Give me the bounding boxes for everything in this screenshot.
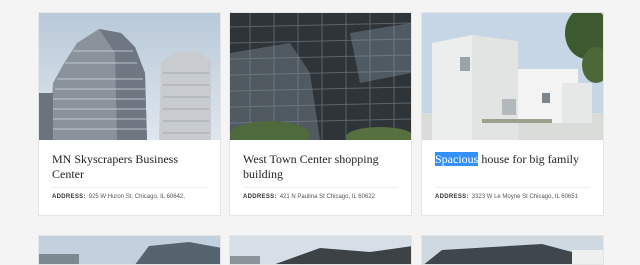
title-text: house for big family [478, 152, 579, 166]
listing-photo[interactable] [39, 236, 221, 265]
listing-card[interactable]: West Town Center shopping building ADDRE… [229, 12, 412, 216]
divider [243, 187, 398, 188]
listing-title[interactable]: MN Skyscrapers Business Center [52, 152, 212, 182]
listing-card[interactable]: MN Skyscrapers Business Center ADDRESS: 9… [38, 12, 221, 216]
address-label: ADDRESS: [52, 194, 86, 200]
address-value: 3323 W Le Moyne St Chicago, IL 60651 [471, 194, 578, 200]
listing-address: ADDRESS: 925 W Huron St, Chicago, IL 6064… [52, 194, 222, 200]
listing-address: ADDRESS: 421 N Paulina St Chicago, IL 606… [243, 194, 413, 200]
address-value: 925 W Huron St, Chicago, IL 60642, [88, 194, 185, 200]
listing-photo[interactable] [39, 13, 220, 140]
listing-title[interactable]: Spacious house for big family [435, 152, 595, 167]
address-label: ADDRESS: [243, 194, 277, 200]
listing-title[interactable]: West Town Center shopping building [243, 152, 403, 182]
address-value: 421 N Paulina St Chicago, IL 60622 [279, 194, 375, 200]
title-highlight: Spacious [435, 152, 479, 166]
listing-card[interactable]: Spacious house for big family ADDRESS: 33… [421, 12, 604, 216]
listing-photo[interactable] [422, 13, 603, 140]
listing-photo[interactable] [230, 236, 412, 265]
title-text: West Town Center shopping building [243, 152, 379, 181]
address-label: ADDRESS: [435, 194, 469, 200]
listing-card-partial[interactable] [38, 235, 221, 265]
divider [52, 187, 207, 188]
listing-card-partial[interactable] [421, 235, 604, 265]
listing-photo[interactable] [230, 13, 411, 140]
listing-photo[interactable] [422, 236, 604, 265]
title-text: MN Skyscrapers Business Center [52, 152, 178, 181]
divider [435, 187, 590, 188]
listing-address: ADDRESS: 3323 W Le Moyne St Chicago, IL 6… [435, 194, 605, 200]
listing-card-partial[interactable] [229, 235, 412, 265]
